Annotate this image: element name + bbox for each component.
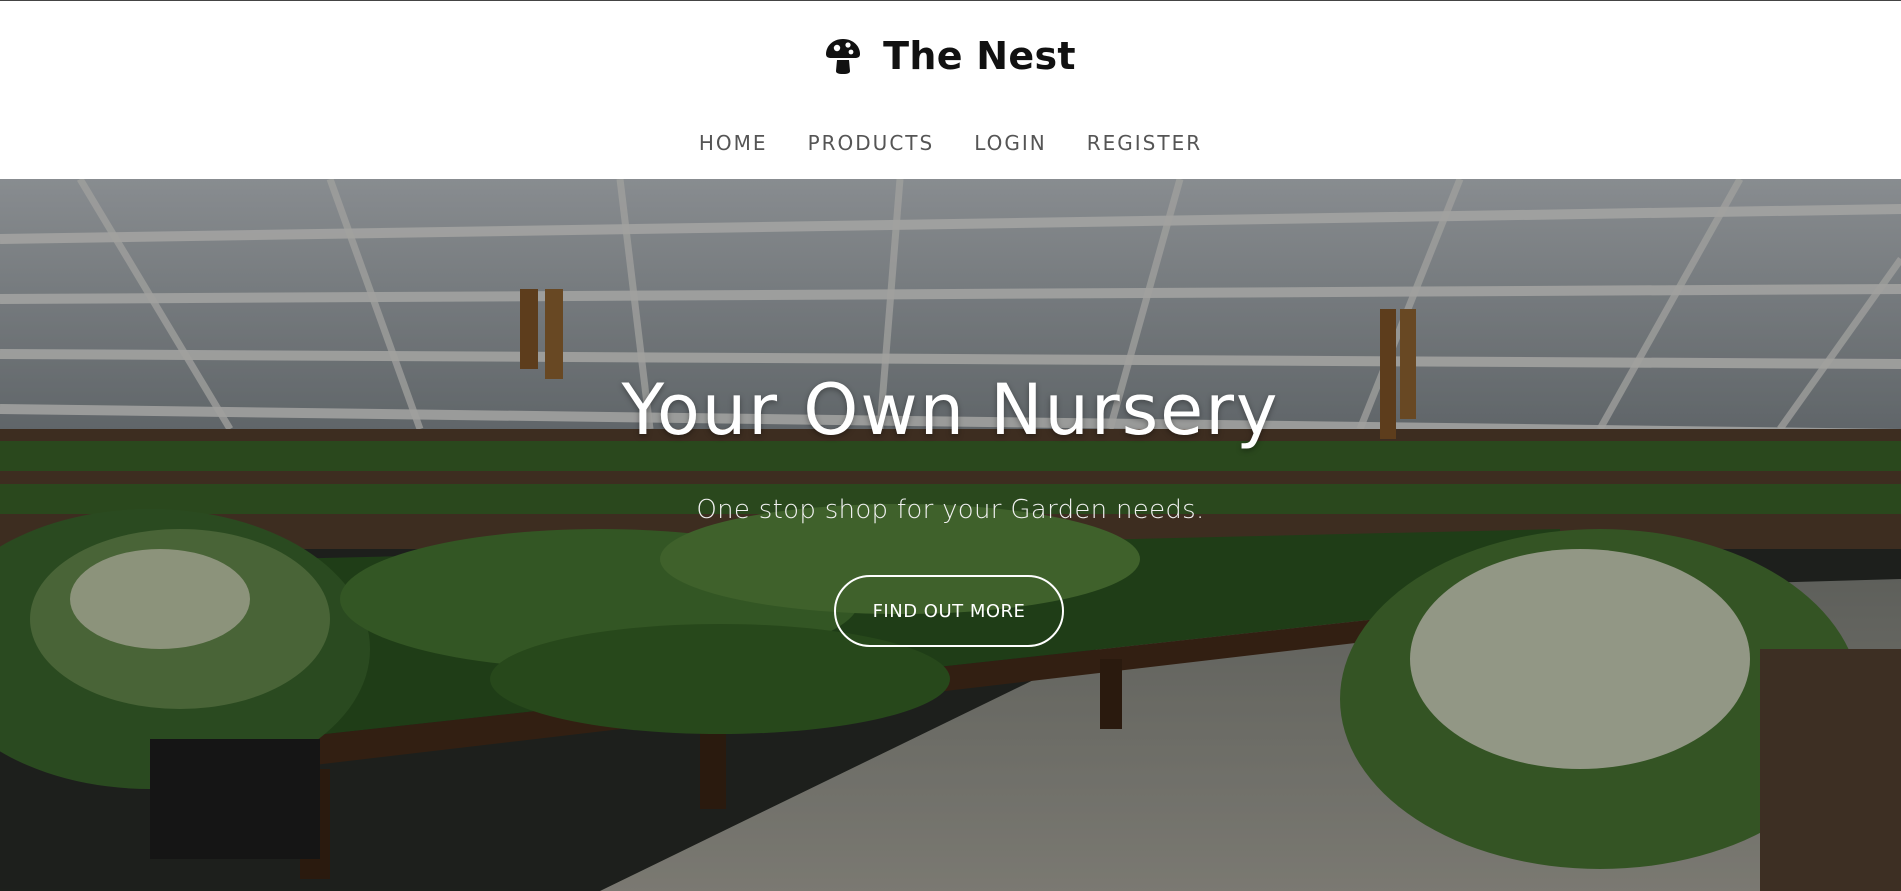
main-nav: HOME PRODUCTS LOGIN REGISTER [0, 125, 1901, 161]
site-header: The Nest HOME PRODUCTS LOGIN REGISTER [0, 1, 1901, 179]
nav-home-link[interactable]: HOME [699, 131, 768, 155]
nav-products-link[interactable]: PRODUCTS [808, 131, 935, 155]
mushroom-icon [826, 39, 861, 74]
hero-heading: Your Own Nursery [621, 369, 1280, 451]
hero-section: Your Own Nursery One stop shop for your … [0, 179, 1901, 891]
brand[interactable]: The Nest [0, 31, 1901, 81]
find-out-more-button[interactable]: FIND OUT MORE [834, 575, 1064, 647]
nav-login-link[interactable]: LOGIN [974, 131, 1047, 155]
brand-title: The Nest [883, 34, 1076, 78]
hero-subheading: One stop shop for your Garden needs. [696, 495, 1205, 525]
hero-overlay [0, 179, 1901, 891]
nav-register-link[interactable]: REGISTER [1087, 131, 1202, 155]
